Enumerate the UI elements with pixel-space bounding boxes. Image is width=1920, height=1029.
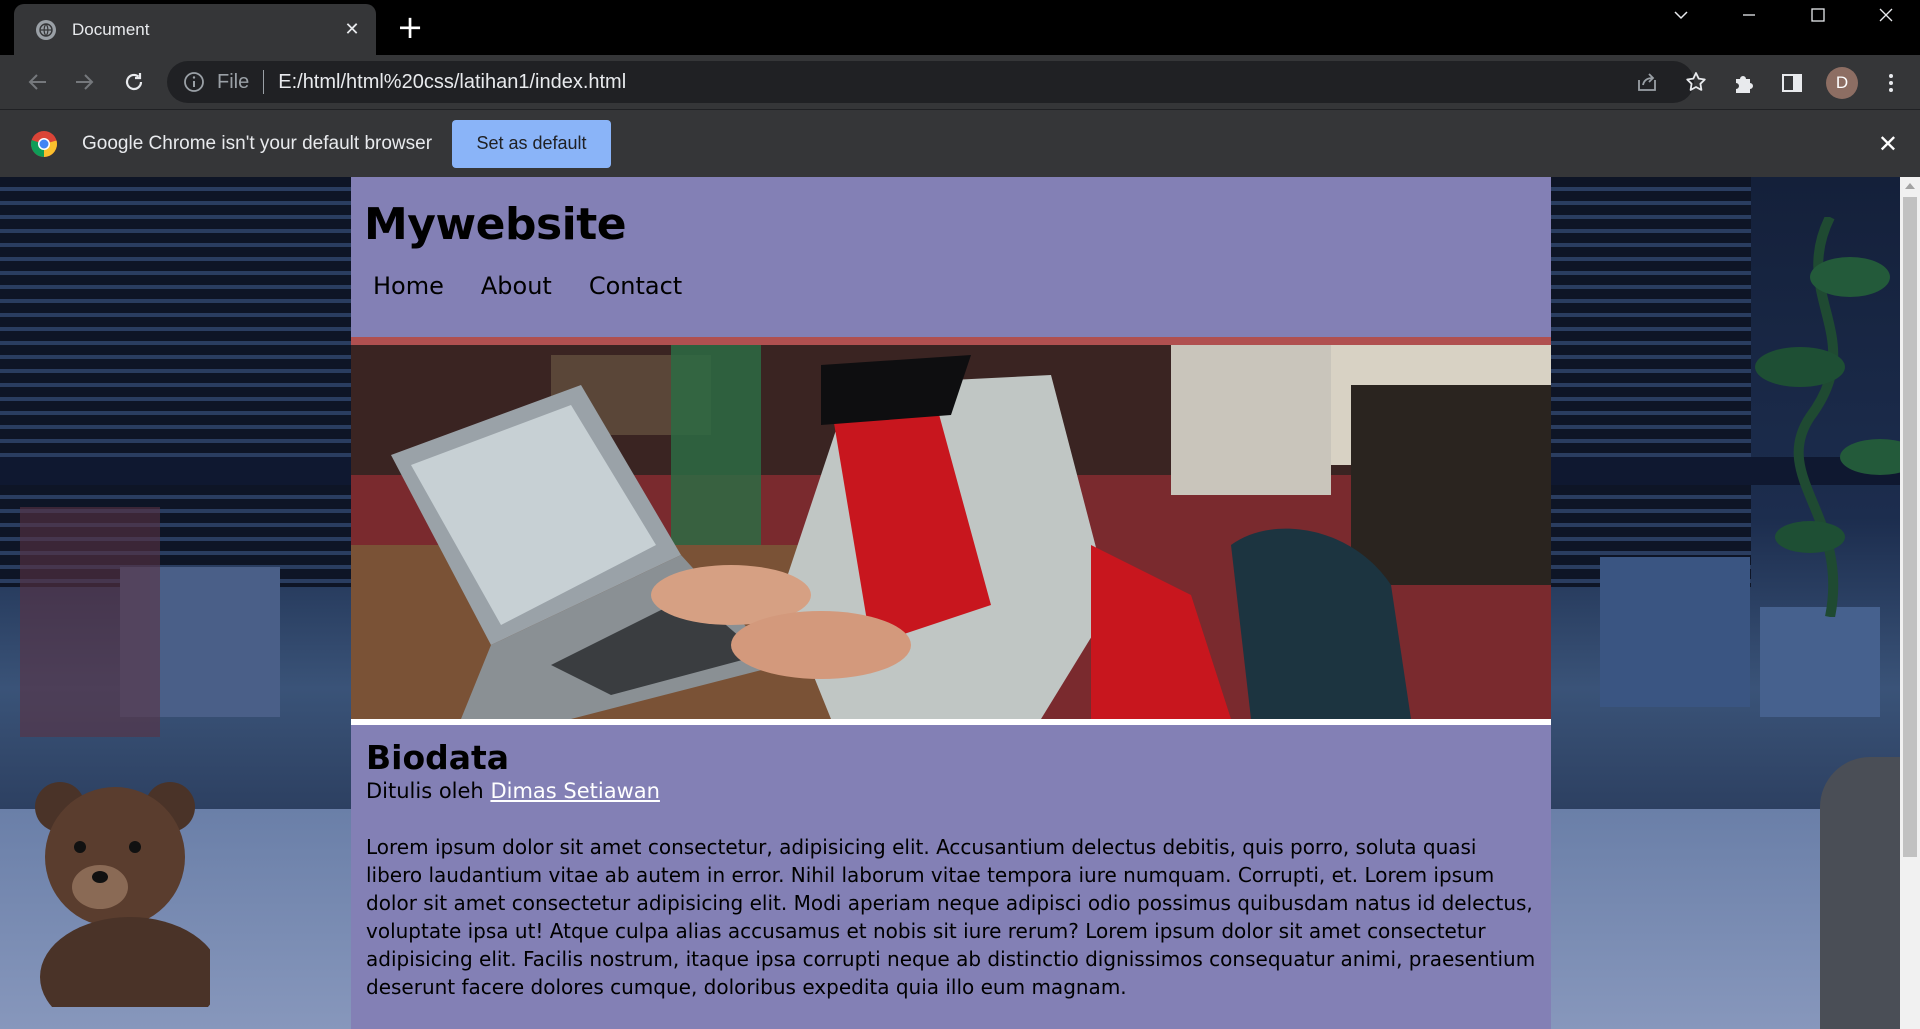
back-icon[interactable] [20, 64, 56, 100]
bookmark-star-icon[interactable] [1684, 70, 1708, 94]
menu-kebab-icon[interactable] [1878, 70, 1904, 96]
profile-avatar[interactable]: D [1826, 67, 1858, 99]
reload-icon[interactable] [116, 64, 152, 100]
nav-home-link[interactable]: Home [373, 272, 444, 300]
site-nav: Home About Contact [364, 272, 1551, 300]
plant-image [1755, 217, 1920, 617]
tab-document[interactable]: Document ✕ [14, 4, 376, 55]
browser-toolbar: File E:/html/html%20css/latihan1/index.h… [0, 55, 1920, 109]
nav-about-link[interactable]: About [481, 272, 552, 300]
author-link[interactable]: Dimas Setiawan [490, 779, 660, 803]
hero-photo-image [351, 345, 1551, 719]
nav-contact-link[interactable]: Contact [589, 272, 682, 300]
set-as-default-button[interactable]: Set as default [452, 119, 612, 168]
site-info-icon[interactable] [183, 71, 205, 93]
scheme-label: File [217, 70, 250, 93]
default-browser-infobar: Google Chrome isn't your default browser… [0, 109, 1920, 177]
article-byline: Ditulis oleh Dimas Setiawan [366, 777, 1537, 805]
page-scrollbar[interactable] [1900, 177, 1920, 1029]
maximize-icon[interactable] [1790, 0, 1846, 30]
hero-photo [351, 345, 1551, 719]
article-heading: Biodata [366, 738, 510, 777]
side-panel-icon[interactable] [1779, 70, 1805, 96]
infobar-close-icon[interactable]: ✕ [1878, 130, 1898, 158]
scrollbar-thumb[interactable] [1903, 197, 1917, 857]
url-text[interactable]: E:/html/html%20css/latihan1/index.html [278, 71, 1694, 94]
article-body: Lorem ipsum dolor sit amet consectetur, … [366, 835, 1536, 999]
teddy-bear-image [35, 782, 210, 1007]
byline-prefix: Ditulis oleh [366, 779, 484, 803]
minimize-icon[interactable] [1721, 0, 1777, 30]
page-viewport: Mywebsite Home About Contact Biodata Dit… [0, 177, 1920, 1029]
site-header: Mywebsite Home About Contact [351, 177, 1551, 337]
window-close-icon[interactable] [1858, 0, 1914, 30]
webpage: Mywebsite Home About Contact Biodata Dit… [351, 177, 1551, 1029]
tab-close-icon[interactable]: ✕ [340, 19, 364, 40]
article: Biodata Ditulis oleh Dimas Setiawan Lore… [351, 725, 1551, 1001]
globe-icon [36, 19, 56, 40]
scroll-up-arrow-icon[interactable] [1905, 183, 1915, 189]
address-bar[interactable]: File E:/html/html%20css/latihan1/index.h… [167, 61, 1706, 103]
forward-icon[interactable] [66, 64, 102, 100]
chrome-logo-icon [30, 130, 57, 157]
extensions-icon[interactable] [1731, 70, 1757, 96]
new-tab-button[interactable]: + [395, 10, 425, 46]
scheme-divider [263, 70, 265, 94]
tab-title: Document [72, 19, 150, 39]
infobar-message: Google Chrome isn't your default browser [82, 132, 433, 154]
tab-search-icon[interactable] [1653, 0, 1709, 30]
site-title: Mywebsite [364, 199, 627, 250]
share-icon[interactable] [1635, 70, 1659, 94]
tab-strip: Document ✕ + [0, 0, 1920, 55]
header-divider [351, 337, 1551, 345]
